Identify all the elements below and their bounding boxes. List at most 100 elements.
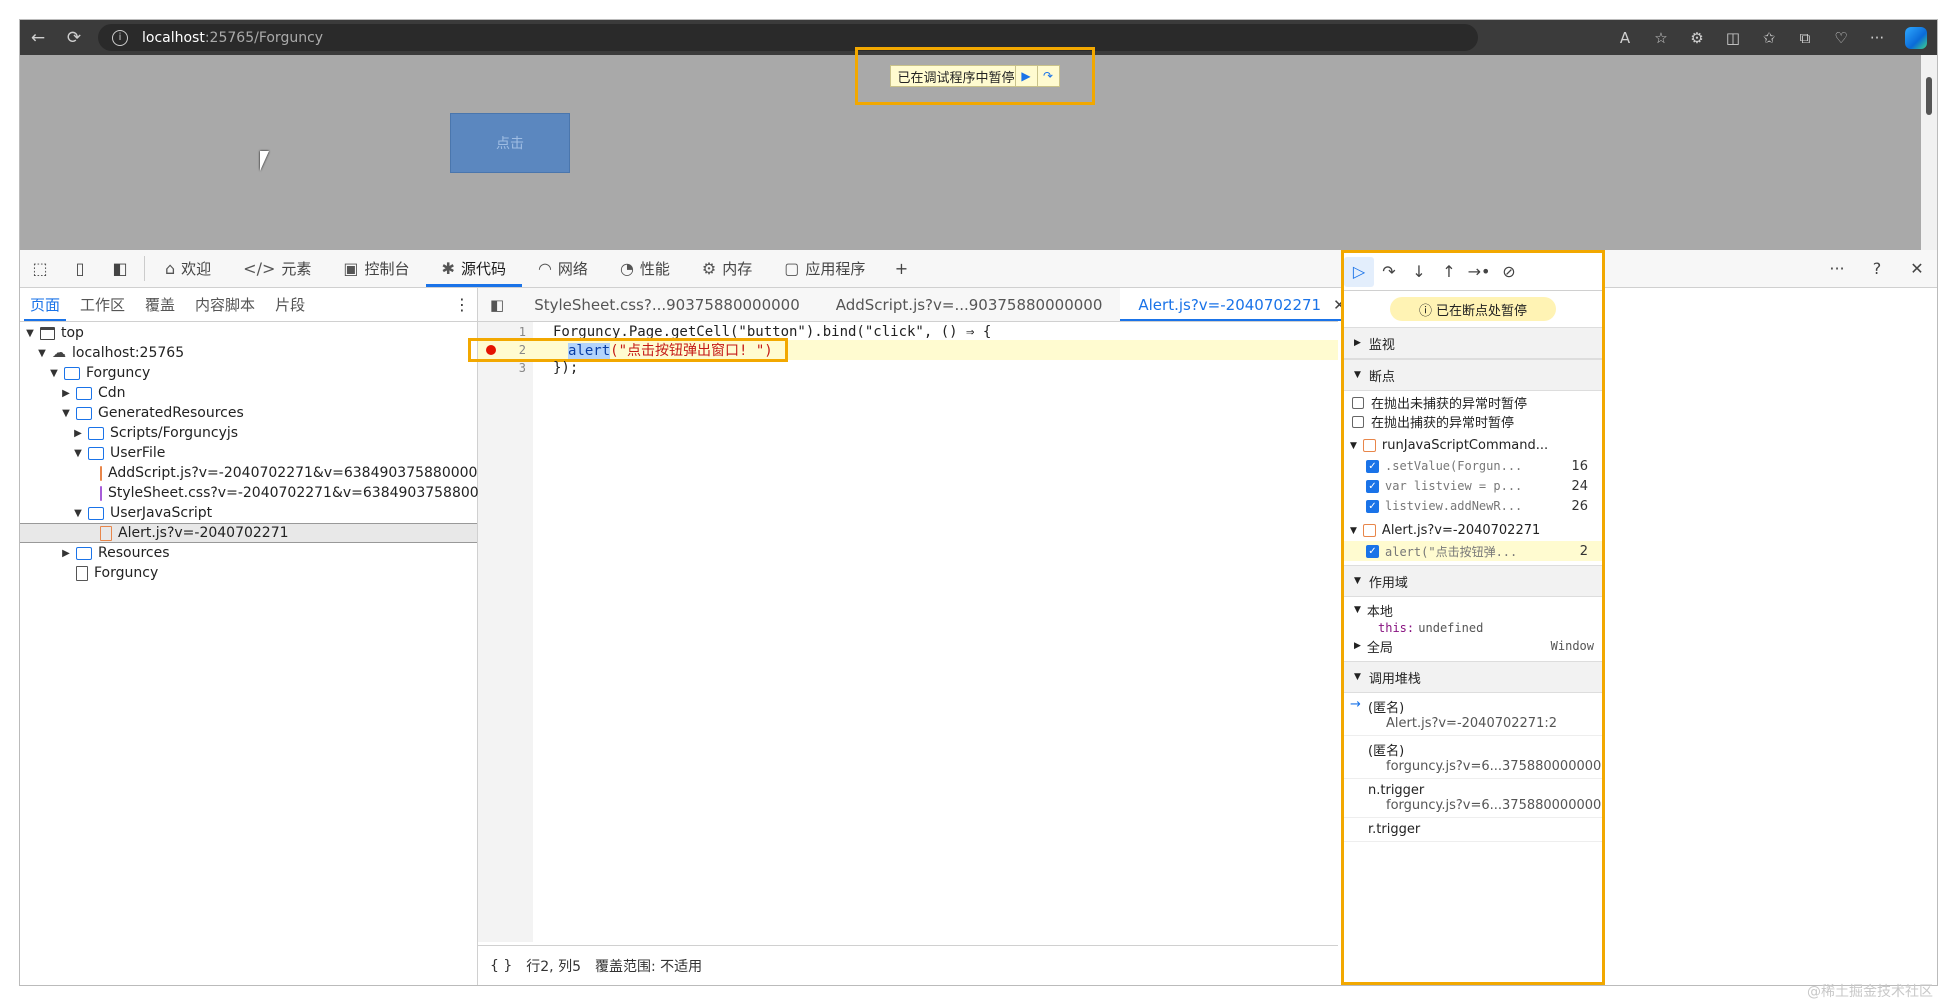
breakpoint-group[interactable]: ▼ Alert.js?v=-2040702271	[1344, 520, 1602, 541]
more-options-icon[interactable]: ···	[1817, 259, 1857, 278]
folder-icon	[76, 546, 92, 560]
tree-node-resources[interactable]: ▶ Resources	[20, 543, 477, 563]
tab-network[interactable]: ◠ 网络	[522, 250, 604, 287]
inspect-icon[interactable]: ⬚	[20, 250, 60, 287]
tab-console[interactable]: ▣ 控制台	[327, 250, 425, 287]
call-frame-current[interactable]: → (匿名) Alert.js?v=-2040702271:2	[1344, 693, 1602, 736]
file-tab-addscript[interactable]: AddScript.js?v=...90375880000000	[818, 288, 1121, 321]
close-devtools-icon[interactable]: ✕	[1897, 259, 1937, 278]
breakpoint-item[interactable]: ✓ .setValue(Forgun... 16	[1344, 456, 1602, 476]
tab-snippets[interactable]: 片段	[265, 288, 315, 321]
tree-node-forguncy-doc[interactable]: Forguncy	[20, 563, 477, 583]
extensions-icon[interactable]: ⚙	[1679, 20, 1715, 55]
section-watch[interactable]: ▶ 监视	[1344, 327, 1602, 359]
file-tabs: ◧ StyleSheet.css?...90375880000000 AddSc…	[478, 288, 1409, 322]
favorite-star-icon[interactable]: ☆	[1643, 20, 1679, 55]
tab-welcome[interactable]: ⌂ 欢迎	[149, 250, 227, 287]
pretty-print-button[interactable]: { }	[490, 958, 512, 974]
folder-icon	[64, 366, 80, 380]
tree-node-host[interactable]: ▼ ☁ localhost:25765	[20, 343, 477, 363]
read-aloud-icon[interactable]: A	[1607, 20, 1643, 55]
page-click-button[interactable]: 点击	[450, 113, 570, 173]
toggle-navigator-icon[interactable]: ◧	[478, 288, 516, 321]
tab-elements[interactable]: </> 元素	[227, 250, 327, 287]
current-frame-arrow-icon: →	[1350, 697, 1361, 712]
refresh-icon[interactable]: ⟳	[56, 20, 92, 55]
section-breakpoints[interactable]: ▼ 断点	[1344, 359, 1602, 391]
collections-icon[interactable]: ⧉	[1787, 20, 1823, 55]
folder-icon	[76, 386, 92, 400]
step-into-icon[interactable]: ↓	[1404, 257, 1434, 287]
section-call-stack[interactable]: ▼ 调用堆栈	[1344, 661, 1602, 693]
section-scope[interactable]: ▼ 作用域	[1344, 565, 1602, 597]
help-icon[interactable]: ?	[1857, 259, 1897, 278]
call-frame[interactable]: (匿名) forguncy.js?v=6...375880000000	[1344, 736, 1602, 779]
breakpoint-group[interactable]: ▼ runJavaScriptCommand...	[1344, 435, 1602, 456]
call-frame[interactable]: r.trigger	[1344, 818, 1602, 842]
tab-sources[interactable]: ✱ 源代码	[425, 250, 523, 287]
resume-icon[interactable]: ▶	[1014, 66, 1037, 86]
tree-node-addscript[interactable]: AddScript.js?v=-2040702271&v=63849037588…	[20, 463, 504, 483]
tree-node-stylesheet[interactable]: StyleSheet.css?v=-2040702271&v=638490375…	[20, 483, 523, 503]
editor-status-bar: { } 行2, 列5 覆盖范围: 不适用	[478, 945, 1338, 985]
tab-workspace[interactable]: 工作区	[70, 288, 135, 321]
tab-memory[interactable]: ⚙ 内存	[686, 250, 768, 287]
back-icon[interactable]: ←	[20, 20, 56, 55]
code-area[interactable]: 1 Forguncy.Page.getCell("button").bind("c…	[468, 322, 1338, 942]
copilot-icon[interactable]	[1905, 26, 1927, 49]
code-editor: ◧ StyleSheet.css?...90375880000000 AddSc…	[468, 288, 1409, 985]
address-bar[interactable]: i localhost:25765/Forguncy	[98, 24, 1478, 51]
scope-local[interactable]: ▼ 本地	[1354, 601, 1602, 620]
step-icon[interactable]: →•	[1464, 257, 1494, 287]
tree-node-forguncy[interactable]: ▼ Forguncy	[20, 363, 477, 383]
kebab-menu-icon[interactable]: ⋮	[447, 288, 477, 321]
pause-caught-checkbox[interactable]: 在抛出捕获的异常时暂停	[1344, 412, 1602, 431]
breakpoint-item[interactable]: ✓ var listview = p... 24	[1344, 476, 1602, 496]
add-tab-icon[interactable]: +	[881, 250, 921, 287]
page-viewport: 已在调试程序中暂停 ▶ ↷ 点击	[20, 47, 1937, 250]
info-icon: ⓘ	[1418, 303, 1432, 319]
code-icon: </>	[243, 259, 276, 278]
page-scrollbar[interactable]	[1921, 55, 1937, 250]
paused-banner-text: 已在调试程序中暂停	[897, 70, 1015, 86]
tree-node-cdn[interactable]: ▶ Cdn	[20, 383, 477, 403]
file-tab-alert[interactable]: Alert.js?v=-2040702271 ✕	[1120, 288, 1364, 321]
tab-application[interactable]: ▢ 应用程序	[768, 250, 881, 287]
dock-side-icon[interactable]: ◧	[100, 250, 140, 287]
step-out-icon[interactable]: ↑	[1434, 257, 1464, 287]
deactivate-breakpoints-icon[interactable]: ⊘	[1494, 257, 1524, 287]
tab-overrides[interactable]: 覆盖	[135, 288, 185, 321]
tree-node-alertjs[interactable]: Alert.js?v=-2040702271	[20, 523, 477, 543]
mouse-cursor-icon	[260, 151, 269, 171]
split-screen-icon[interactable]: ◫	[1715, 20, 1751, 55]
tab-page[interactable]: 页面	[20, 288, 70, 321]
file-tab-stylesheet[interactable]: StyleSheet.css?...90375880000000	[516, 288, 818, 321]
breakpoint-item-active[interactable]: ✓ alert("点击按钮弹... 2	[1344, 541, 1602, 561]
url-host: localhost	[142, 29, 205, 46]
tree-node-userjs[interactable]: ▼ UserJavaScript	[20, 503, 477, 523]
css-file-icon	[100, 485, 102, 501]
scope-tree: ▼ 本地 this: undefined ▶ 全局 Window	[1344, 597, 1602, 656]
scope-global[interactable]: ▶ 全局 Window	[1354, 637, 1602, 656]
call-frame[interactable]: n.trigger forguncy.js?v=6...375880000000	[1344, 779, 1602, 818]
tree-node-generated[interactable]: ▼ GeneratedResources	[20, 403, 477, 423]
tab-performance[interactable]: ◔ 性能	[604, 250, 686, 287]
more-icon[interactable]: ···	[1859, 20, 1895, 55]
site-info-icon[interactable]: i	[112, 29, 128, 46]
console-icon: ▣	[343, 259, 359, 278]
breakpoint-item[interactable]: ✓ listview.addNewR... 26	[1344, 496, 1602, 516]
resume-icon[interactable]: ▷	[1344, 256, 1374, 287]
tree-node-scripts[interactable]: ▶ Scripts/Forguncyjs	[20, 423, 477, 443]
pause-uncaught-checkbox[interactable]: 在抛出未捕获的异常时暂停	[1344, 393, 1602, 412]
sources-navigator: 页面 工作区 覆盖 内容脚本 片段 ⋮ ▼ top ▼ ☁ localhost:257…	[20, 288, 523, 985]
step-over-icon[interactable]: ↷	[1036, 66, 1059, 86]
tab-content-scripts[interactable]: 内容脚本	[185, 288, 265, 321]
step-over-icon[interactable]: ↷	[1374, 257, 1404, 287]
home-icon: ⌂	[165, 259, 176, 278]
browser-essentials-icon[interactable]: ♡	[1823, 20, 1859, 55]
favorites-icon[interactable]: ✩	[1751, 20, 1787, 55]
gauge-icon: ◔	[619, 259, 634, 278]
tree-node-userfile[interactable]: ▼ UserFile	[20, 443, 477, 463]
tree-node-top[interactable]: ▼ top	[20, 323, 477, 343]
device-emulation-icon[interactable]: ▯	[60, 250, 100, 287]
